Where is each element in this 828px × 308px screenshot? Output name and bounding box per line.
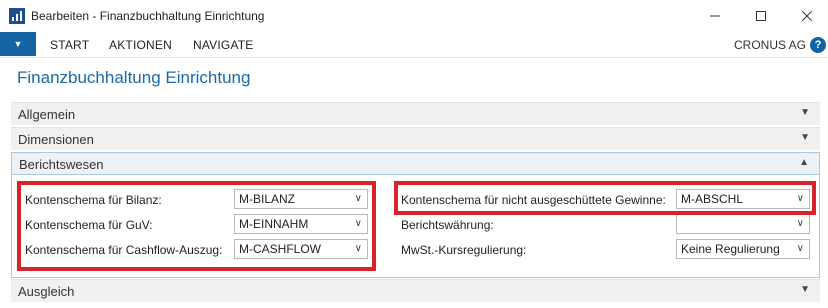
waehrung-label: Berichtswährung: (401, 218, 494, 232)
app-menu-button[interactable]: ▼ (0, 32, 36, 56)
fasttab-dimensionen[interactable]: Dimensionen ▼ (11, 127, 820, 150)
title-bar: Bearbeiten - Finanzbuchhaltung Einrichtu… (0, 0, 828, 32)
page-title: Finanzbuchhaltung Einrichtung (17, 68, 251, 87)
highlight-box-left (17, 181, 376, 271)
chevron-down-icon[interactable]: ▼ (800, 132, 810, 143)
fasttab-label: Allgemein (18, 107, 76, 122)
kurs-value: Keine Regulierung (681, 242, 780, 256)
triangle-down-icon: ▼ (13, 39, 23, 49)
window-title: Bearbeiten - Finanzbuchhaltung Einrichtu… (31, 9, 265, 23)
waehrung-field[interactable]: ∨ (676, 214, 810, 234)
chevron-down-icon[interactable]: ▼ (800, 107, 810, 118)
app-icon (9, 8, 25, 24)
tab-start[interactable]: START (50, 38, 89, 52)
maximize-icon[interactable] (738, 0, 784, 32)
chevron-down-icon[interactable]: ∨ (797, 243, 804, 254)
ribbon: ▼ START AKTIONEN NAVIGATE CRONUS AG ? (0, 32, 828, 58)
fasttab-allgemein[interactable]: Allgemein ▼ (11, 102, 820, 125)
fasttab-label: Dimensionen (18, 132, 94, 147)
chevron-down-icon[interactable]: ▼ (800, 284, 810, 295)
fasttab-berichtswesen[interactable]: Berichtswesen ▲ (11, 152, 820, 175)
company-name[interactable]: CRONUS AG (734, 38, 806, 52)
chevron-up-icon[interactable]: ▲ (799, 157, 809, 168)
minimize-icon[interactable] (692, 0, 738, 32)
close-icon[interactable] (784, 0, 828, 32)
help-icon[interactable]: ? (810, 37, 826, 53)
kurs-field[interactable]: Keine Regulierung ∨ (676, 239, 810, 259)
fasttab-label: Ausgleich (18, 284, 75, 299)
kurs-label: MwSt.-Kursregulierung: (401, 243, 527, 257)
chevron-down-icon[interactable]: ∨ (797, 218, 804, 229)
highlight-box-right (394, 181, 816, 215)
fasttab-label: Berichtswesen (19, 157, 104, 172)
tab-aktionen[interactable]: AKTIONEN (109, 38, 172, 52)
fasttab-ausgleich[interactable]: Ausgleich ▼ (11, 279, 820, 302)
tab-navigate[interactable]: NAVIGATE (193, 38, 254, 52)
